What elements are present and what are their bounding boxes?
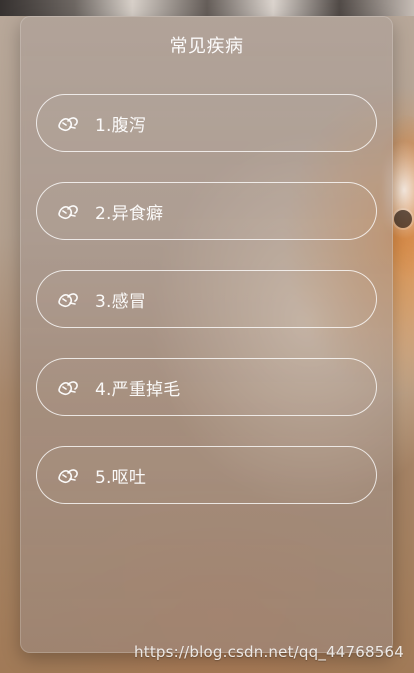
disease-list: 1.腹泻 2.异食癖 3.感冒 4.严重掉毛 5.呕吐 — [20, 94, 393, 504]
card-title: 常见疾病 — [169, 36, 244, 57]
watermark-url: https://blog.csdn.net/qq_44768564 — [134, 643, 404, 661]
paw-icon — [53, 375, 83, 399]
disease-label: 5.呕吐 — [95, 467, 147, 488]
paw-icon — [53, 111, 83, 135]
disease-item-4[interactable]: 4.严重掉毛 — [36, 358, 377, 416]
disease-item-5[interactable]: 5.呕吐 — [36, 446, 377, 504]
disease-label: 3.感冒 — [95, 291, 147, 312]
paw-icon — [53, 199, 83, 223]
disease-item-3[interactable]: 3.感冒 — [36, 270, 377, 328]
disease-label: 1.腹泻 — [95, 115, 147, 136]
disease-item-2[interactable]: 2.异食癖 — [36, 182, 377, 240]
paw-icon — [53, 463, 83, 487]
top-photo-strip — [0, 0, 414, 16]
disease-label: 2.异食癖 — [95, 203, 164, 224]
disease-card: 常见疾病 1.腹泻 2.异食癖 3.感冒 4.严重掉毛 5.呕吐 — [20, 16, 393, 653]
paw-icon — [53, 287, 83, 311]
dog-eye-shape — [394, 210, 412, 228]
disease-item-1[interactable]: 1.腹泻 — [36, 94, 377, 152]
disease-label: 4.严重掉毛 — [95, 379, 181, 400]
